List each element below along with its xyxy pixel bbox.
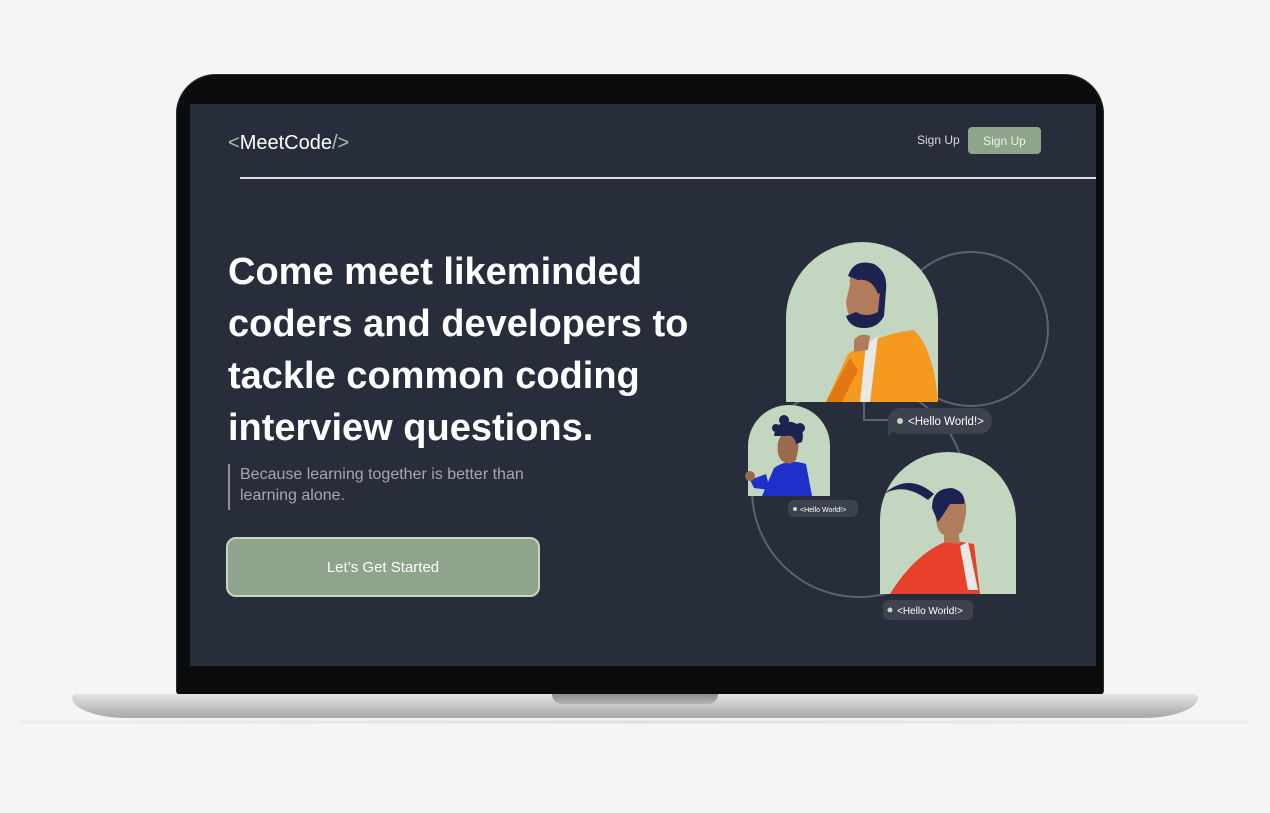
- laptop-notch: [552, 694, 718, 704]
- people-illustration: <Hello World!> <Hello World!> <Hello Wor…: [745, 242, 1049, 620]
- chat-bubble-2-text: <Hello World!>: [800, 507, 846, 514]
- chat-bubble-1: <Hello World!>: [888, 408, 992, 436]
- brand-logo[interactable]: <MeetCode/>: [228, 132, 349, 155]
- chat-bubble-1-text: <Hello World!>: [908, 416, 984, 428]
- get-started-button[interactable]: Let’s Get Started: [226, 537, 540, 597]
- chat-bubble-3: <Hello World!>: [883, 600, 973, 620]
- laptop-shadow: [20, 720, 1250, 724]
- hero-headline: Come meet likeminded coders and develope…: [228, 251, 689, 449]
- avatar-man-orange: [786, 242, 938, 402]
- chat-bubble-2: <Hello World!>: [788, 500, 858, 517]
- laptop-screen: <MeetCode/> Sign Up Sign Up Come meet li…: [190, 104, 1096, 666]
- hero-subtext-block: Because learning together is better than…: [228, 464, 560, 510]
- avatar-woman-red: [880, 452, 1016, 594]
- signup-button[interactable]: Sign Up: [968, 127, 1041, 154]
- hero-subtext: Because learning together is better than…: [240, 466, 524, 504]
- header-divider: [240, 177, 1096, 179]
- avatar-boy-blue: [745, 405, 830, 496]
- signup-link[interactable]: Sign Up: [917, 133, 960, 147]
- chat-bubble-3-text: <Hello World!>: [897, 606, 963, 617]
